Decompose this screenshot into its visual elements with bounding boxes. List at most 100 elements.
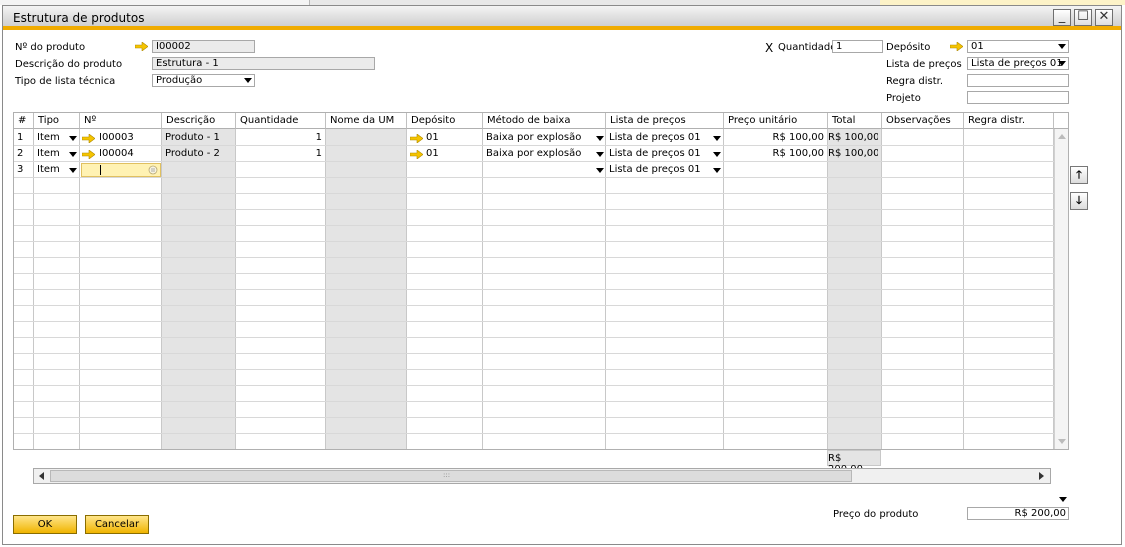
total-sum-box: R$ 200,00	[827, 450, 881, 475]
choose-from-list-icon[interactable]	[148, 165, 158, 175]
product-price-field[interactable]: R$ 200,00	[967, 507, 1069, 520]
chevron-down-icon[interactable]	[69, 152, 77, 157]
minimize-button[interactable]: _	[1053, 9, 1071, 26]
move-down-button[interactable]: 🡓	[1070, 192, 1088, 210]
row-separator	[14, 337, 1054, 338]
pricelist-cell[interactable]: Lista de preços 01	[609, 162, 701, 178]
qty-cell[interactable]: 1	[236, 130, 322, 146]
link-arrow-icon[interactable]	[82, 150, 95, 159]
chevron-down-icon[interactable]	[713, 152, 721, 157]
row-separator	[14, 209, 1054, 210]
item-no-cell[interactable]: I00004	[99, 146, 134, 162]
cancel-button[interactable]: Cancelar	[85, 515, 149, 534]
chevron-down-icon[interactable]	[244, 78, 252, 83]
text-cursor	[100, 165, 101, 175]
row-separator	[14, 273, 1054, 274]
scroll-grip: :::	[443, 471, 451, 479]
col-header[interactable]: Observações	[882, 113, 964, 129]
close-button[interactable]: ✕	[1095, 9, 1113, 26]
col-header[interactable]: Preço unitário	[724, 113, 828, 129]
whs-cell[interactable]: 01	[426, 130, 439, 146]
product-no-field[interactable]: I00002	[152, 40, 255, 53]
chevron-down-icon[interactable]	[713, 168, 721, 173]
link-arrow-icon[interactable]	[410, 150, 423, 159]
method-cell[interactable]: Baixa por explosão	[486, 130, 581, 146]
link-arrow-icon[interactable]	[410, 134, 423, 143]
type-cell[interactable]: Item	[37, 146, 60, 162]
bom-type-select[interactable]: Produção	[152, 74, 255, 87]
row-num: 1	[17, 132, 24, 143]
chevron-down-icon[interactable]	[713, 136, 721, 141]
col-header[interactable]: Nome da UM	[326, 113, 407, 129]
link-arrow-icon[interactable]	[82, 134, 95, 143]
components-grid: # Tipo Nº Descrição Quantidade Nome da U…	[13, 112, 1069, 450]
distr-rule-field[interactable]	[967, 74, 1069, 87]
desc-cell: Produto - 2	[165, 148, 220, 159]
chevron-down-icon[interactable]	[596, 168, 604, 173]
col-header[interactable]: Tipo	[34, 113, 80, 129]
method-cell[interactable]: Baixa por explosão	[486, 146, 581, 162]
col-header[interactable]: Depósito	[407, 113, 483, 129]
item-no-input-active[interactable]	[81, 163, 161, 177]
chevron-down-icon[interactable]	[1058, 44, 1066, 49]
title-bar[interactable]: Estrutura de produtos _ ☐ ✕	[3, 6, 1121, 30]
chevron-down-icon[interactable]	[1058, 61, 1066, 66]
maximize-button[interactable]: ☐	[1074, 9, 1092, 26]
row-separator	[14, 177, 1054, 178]
col-header[interactable]: Descrição	[162, 113, 236, 129]
row-separator	[14, 369, 1054, 370]
scroll-down-icon[interactable]	[1058, 439, 1066, 445]
chevron-down-icon[interactable]	[69, 136, 77, 141]
chevron-down-icon[interactable]	[69, 168, 77, 173]
pricelist-cell[interactable]: Lista de preços 01	[609, 146, 701, 162]
price-list-label: Lista de preços	[886, 59, 962, 70]
col-header[interactable]: Quantidade	[236, 113, 326, 129]
row-separator	[14, 305, 1054, 306]
qty-cell[interactable]: 1	[236, 146, 322, 162]
vertical-scrollbar[interactable]	[1054, 129, 1068, 449]
distr-rule-label: Regra distr.	[886, 76, 944, 87]
type-cell[interactable]: Item	[37, 130, 60, 146]
price-list-select[interactable]: Lista de preços 01	[967, 57, 1069, 70]
col-header[interactable]: Total	[828, 113, 882, 129]
horizontal-scrollbar[interactable]: :::	[33, 468, 1051, 484]
type-cell[interactable]: Item	[37, 162, 60, 178]
quantity-label: Quantidade	[778, 42, 837, 53]
chevron-down-icon[interactable]	[596, 136, 604, 141]
link-arrow-icon[interactable]	[135, 42, 148, 51]
scroll-right-icon[interactable]	[1039, 472, 1045, 480]
row-separator	[14, 401, 1054, 402]
ok-button[interactable]: OK	[13, 515, 77, 534]
price-cell[interactable]: R$ 100,00	[724, 130, 824, 146]
col-header[interactable]: Regra distr.	[964, 113, 1054, 129]
quantity-field[interactable]: 1	[832, 40, 883, 53]
scroll-up-icon[interactable]	[1058, 133, 1066, 139]
scroll-thumb[interactable]: :::	[50, 470, 852, 482]
product-no-label: Nº do produto	[15, 42, 86, 53]
row-separator	[14, 433, 1054, 434]
move-up-button[interactable]: 🡑	[1070, 166, 1088, 184]
project-field[interactable]	[967, 91, 1069, 104]
price-cell[interactable]: R$ 100,00	[724, 146, 824, 162]
col-header-spacer	[1054, 113, 1068, 129]
warehouse-select[interactable]: 01	[967, 40, 1069, 53]
product-desc-field[interactable]: Estrutura - 1	[152, 57, 375, 70]
link-arrow-icon[interactable]	[950, 42, 963, 51]
product-structure-window: Estrutura de produtos _ ☐ ✕ Nº do produt…	[2, 5, 1122, 545]
row-separator	[14, 385, 1054, 386]
item-no-cell[interactable]: I00003	[99, 130, 134, 146]
window-title: Estrutura de produtos	[13, 11, 145, 25]
col-header[interactable]: #	[14, 113, 34, 129]
col-header[interactable]: Nº	[80, 113, 162, 129]
pricelist-cell[interactable]: Lista de preços 01	[609, 130, 701, 146]
scroll-left-icon[interactable]	[38, 472, 44, 480]
col-header[interactable]: Lista de preços	[606, 113, 724, 129]
chevron-down-icon[interactable]	[596, 152, 604, 157]
whs-cell[interactable]: 01	[426, 146, 439, 162]
chevron-down-icon[interactable]	[1059, 497, 1067, 502]
col-header[interactable]: Método de baixa	[483, 113, 606, 129]
row-separator	[14, 225, 1054, 226]
row-separator	[14, 193, 1054, 194]
project-label: Projeto	[886, 93, 921, 104]
row-separator	[14, 353, 1054, 354]
